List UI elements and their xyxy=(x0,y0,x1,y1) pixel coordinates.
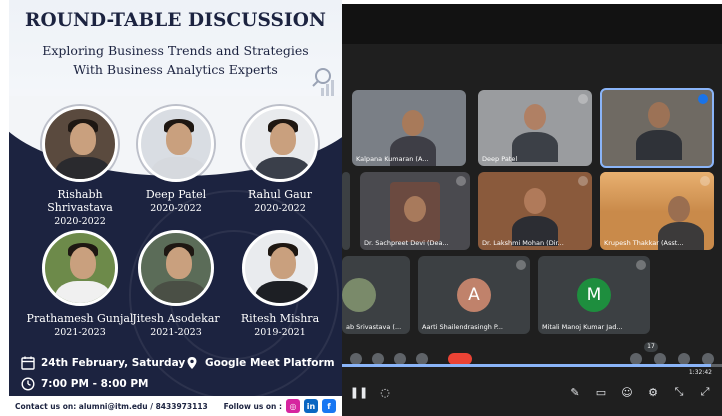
participant-name: Kalpana Kumaran (A... xyxy=(356,155,429,163)
fullscreen-icon[interactable]: ⤢ xyxy=(698,385,712,398)
mic-off-icon xyxy=(578,94,588,104)
settings-icon[interactable]: ⚙ xyxy=(646,386,660,399)
participant-name: Aarti Shailendrasingh P... xyxy=(422,323,503,331)
speaker-years: 2020-2022 xyxy=(254,203,306,214)
participant-name: Mitali Manoj Kumar Jad... xyxy=(542,323,623,331)
speaker-name: Prathamesh Gunjal xyxy=(26,312,134,325)
facebook-icon[interactable]: f xyxy=(322,399,336,413)
mic-off-icon xyxy=(456,176,466,186)
participant-tile[interactable]: M Mitali Manoj Kumar Jad... xyxy=(538,256,650,334)
participant-tile-partial[interactable] xyxy=(342,172,350,250)
meeting-window: Kalpana Kumaran (A... Deep Patel Dr. Sac… xyxy=(342,4,722,416)
video-progress-bar[interactable] xyxy=(342,364,722,367)
speaker-card: Rishabh Shrivastava 2020-2022 xyxy=(25,106,135,227)
participant-tile[interactable]: Deep Patel xyxy=(478,90,592,166)
participant-name: Dr. Sachpreet Devi (Dea... xyxy=(364,239,449,247)
instagram-icon[interactable]: ◎ xyxy=(286,399,300,413)
mic-off-icon xyxy=(578,176,588,186)
captions-icon[interactable]: ▭ xyxy=(594,386,608,399)
linkedin-icon[interactable]: in xyxy=(304,399,318,413)
video-progress-fill xyxy=(342,364,711,367)
follow-label: Follow us on : xyxy=(223,401,282,411)
participant-tile[interactable]: A Aarti Shailendrasingh P... xyxy=(418,256,530,334)
speaker-card: Jitesh Asodekar 2021-2023 xyxy=(121,230,231,338)
speaking-indicator-icon xyxy=(698,94,708,104)
event-date: 24th February, Saturday xyxy=(21,356,185,370)
speaker-years: 2021-2023 xyxy=(150,327,202,338)
analytics-chart-icon xyxy=(312,68,334,96)
mic-off-icon xyxy=(516,260,526,270)
event-time: 7:00 PM - 8:00 PM xyxy=(21,377,149,391)
speaker-photo xyxy=(42,106,118,182)
follow-us: Follow us on : ◎ in f xyxy=(224,399,336,413)
poster-footer: Contact us on: alumni@itm.edu / 84339731… xyxy=(9,396,342,416)
speaker-name: Jitesh Asodekar xyxy=(132,312,220,325)
event-date-text: 24th February, Saturday xyxy=(41,357,186,369)
poster-subtitle-line2: With Business Analytics Experts xyxy=(73,62,278,77)
volume-icon[interactable]: ◌ xyxy=(378,386,392,399)
speaker-years: 2019-2021 xyxy=(254,327,306,338)
event-time-text: 7:00 PM - 8:00 PM xyxy=(41,378,149,390)
clock-icon xyxy=(21,377,35,391)
speaker-years: 2020-2022 xyxy=(150,203,202,214)
speaker-name: Ritesh Mishra xyxy=(240,312,320,325)
participant-avatar: M xyxy=(577,278,611,312)
location-pin-icon xyxy=(187,357,197,369)
calendar-icon xyxy=(21,356,35,370)
mic-off-icon xyxy=(700,176,710,186)
participant-avatar-photo xyxy=(342,278,376,312)
participant-name: ab Srivastava (... xyxy=(346,323,402,331)
participant-name: Deep Patel xyxy=(482,155,518,163)
participant-name: Dr. Lakshmi Mohan (Dir... xyxy=(482,239,564,247)
event-venue-text: Google Meet Platform xyxy=(205,357,335,369)
participant-tile[interactable]: Kalpana Kumaran (A... xyxy=(352,90,466,166)
participant-tile[interactable]: Dr. Sachpreet Devi (Dea... xyxy=(360,172,470,250)
pause-icon[interactable]: ❚❚ xyxy=(350,386,368,399)
participant-name: Krupesh Thakkar (Asst... xyxy=(604,239,684,247)
speaker-card: Ritesh Mishra 2019-2021 xyxy=(225,230,335,338)
participant-tile[interactable]: Krupesh Thakkar (Asst... xyxy=(600,172,714,250)
participant-avatar: A xyxy=(457,278,491,312)
event-poster: ROUND-TABLE DISCUSSION Exploring Busines… xyxy=(9,0,342,416)
speaker-card: Rahul Gaur 2020-2022 xyxy=(225,106,335,214)
speaker-card: Deep Patel 2020-2022 xyxy=(121,106,231,214)
mic-off-icon xyxy=(636,260,646,270)
speaker-photo xyxy=(242,106,318,182)
speaker-card: Prathamesh Gunjal 2021-2023 xyxy=(25,230,135,338)
event-venue: Google Meet Platform xyxy=(185,356,335,370)
participant-tile-active[interactable] xyxy=(600,88,714,168)
speaker-years: 2020-2022 xyxy=(54,216,106,227)
participant-tile[interactable]: Dr. Lakshmi Mohan (Dir... xyxy=(478,172,592,250)
collapse-icon[interactable]: ⤡ xyxy=(672,385,686,398)
speaker-photo xyxy=(242,230,318,306)
speaker-name: Rishabh Shrivastava xyxy=(47,188,113,214)
participant-tile[interactable]: ab Srivastava (... xyxy=(342,256,410,334)
speaker-photo xyxy=(42,230,118,306)
speaker-photo xyxy=(138,230,214,306)
poster-subtitle-line1: Exploring Business Trends and Strategies xyxy=(42,43,309,58)
meeting-top-band xyxy=(342,4,722,44)
player-controls: ❚❚ ◌ ✎ ▭ ☺ ⚙ ⤡ ⤢ xyxy=(342,382,722,402)
speaker-name: Deep Patel xyxy=(145,188,207,201)
speaker-name: Rahul Gaur xyxy=(248,188,312,201)
speaker-photo xyxy=(138,106,214,182)
people-icon[interactable]: ☺ xyxy=(620,386,634,399)
edit-icon[interactable]: ✎ xyxy=(568,386,582,399)
elapsed-time: 1:32:42 xyxy=(688,369,712,376)
poster-title: ROUND-TABLE DISCUSSION xyxy=(25,10,326,31)
speaker-years: 2021-2023 xyxy=(54,327,106,338)
contact-text: Contact us on: alumni@itm.edu / 84339731… xyxy=(15,401,208,411)
